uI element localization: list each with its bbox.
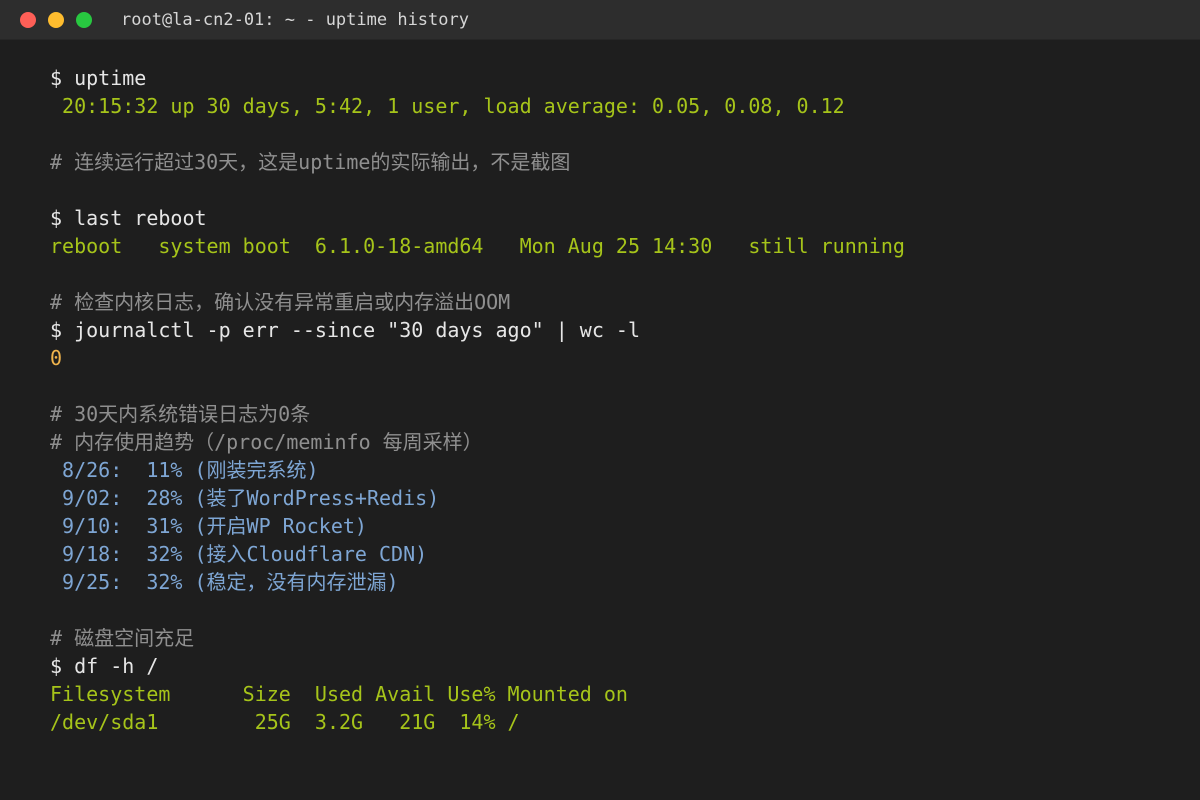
command-line: $ journalctl -p err --since "30 days ago… bbox=[50, 318, 641, 342]
output-line: 0 bbox=[50, 346, 63, 370]
comment-line: # 连续运行超过30天，这是uptime的实际输出，不是截图 bbox=[50, 150, 571, 174]
output-line: /dev/sda1 25G 3.2G 21G 14% / bbox=[50, 710, 520, 734]
command-line: $ df -h / bbox=[50, 654, 159, 678]
comment-line: # 检查内核日志，确认没有异常重启或内存溢出OOM bbox=[50, 290, 511, 314]
output-line: reboot system boot 6.1.0-18-amd64 Mon Au… bbox=[50, 234, 905, 258]
window-title: root@la-cn2-01: ~ - uptime history bbox=[121, 10, 469, 30]
terminal-window: root@la-cn2-01: ~ - uptime history $ upt… bbox=[0, 0, 1200, 800]
output-line: 20:15:32 up 30 days, 5:42, 1 user, load … bbox=[50, 94, 845, 118]
zoom-button[interactable] bbox=[76, 12, 92, 28]
comment-line: # 磁盘空间充足 bbox=[50, 626, 195, 650]
comment-line: # 30天内系统错误日志为0条 bbox=[50, 402, 311, 426]
command-line: $ uptime bbox=[50, 66, 147, 90]
command-line: $ last reboot bbox=[50, 206, 207, 230]
output-line: Filesystem Size Used Avail Use% Mounted … bbox=[50, 682, 628, 706]
comment-line: # 内存使用趋势（/proc/meminfo 每周采样） bbox=[50, 430, 483, 454]
memory-sample-line: 9/18: 32% (接入Cloudflare CDN) bbox=[50, 542, 428, 566]
memory-sample-line: 8/26: 11% (刚装完系统) bbox=[50, 458, 319, 482]
minimize-button[interactable] bbox=[48, 12, 64, 28]
terminal-output[interactable]: $ uptime 20:15:32 up 30 days, 5:42, 1 us… bbox=[50, 64, 1180, 736]
close-button[interactable] bbox=[20, 12, 36, 28]
memory-sample-line: 9/25: 32% (稳定，没有内存泄漏) bbox=[50, 570, 399, 594]
title-bar: root@la-cn2-01: ~ - uptime history bbox=[0, 0, 1200, 40]
memory-sample-line: 9/02: 28% (装了WordPress+Redis) bbox=[50, 486, 440, 510]
memory-sample-line: 9/10: 31% (开启WP Rocket) bbox=[50, 514, 367, 538]
